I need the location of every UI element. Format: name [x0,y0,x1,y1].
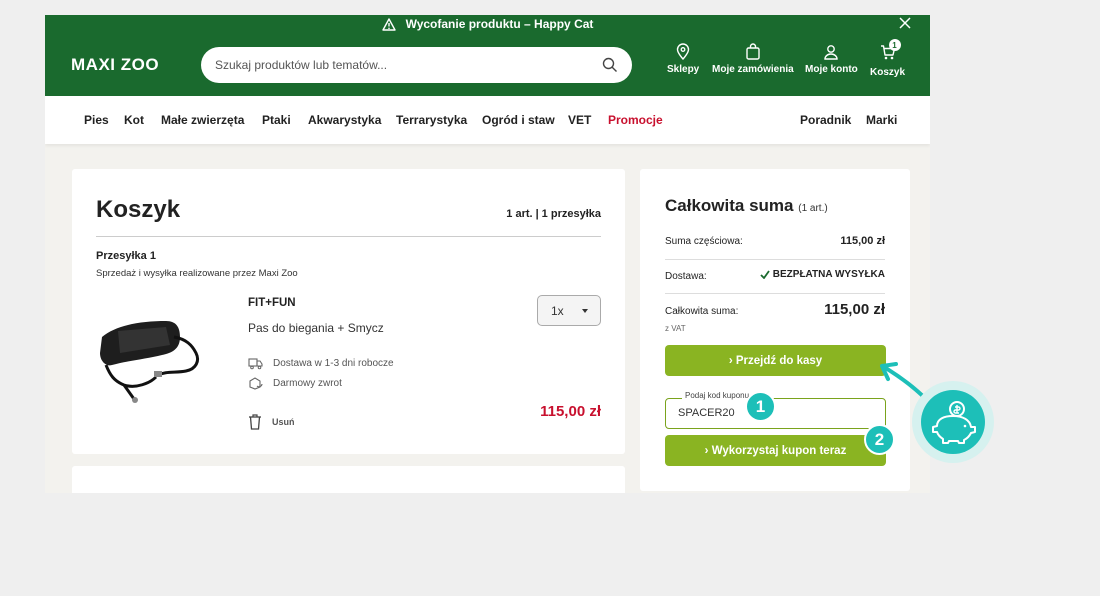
quantity-select[interactable]: 1x [537,295,601,326]
return-box-icon [249,377,263,390]
summary-title-count: (1 art.) [798,203,828,214]
divider [665,293,885,294]
orders-label: Moje zamówienia [712,64,794,75]
site-header: MAXI ZOO Sklepy Moje zamówienia Moje kon… [45,33,930,96]
category-ogrod-i-staw[interactable]: Ogród i staw [482,113,555,127]
subtotal-label: Suma częściowa: [665,236,743,247]
total-value: 115,00 zł [824,301,885,318]
cart-link[interactable]: 1 Koszyk [870,39,906,78]
category-promocje[interactable]: Promocje [608,113,663,127]
nav-poradnik[interactable]: Poradnik [800,113,851,127]
account-link[interactable]: Moje konto [805,43,858,75]
category-ptaki[interactable]: Ptaki [262,113,291,127]
category-akwarystyka[interactable]: Akwarystyka [308,113,381,127]
quantity-value: 1x [551,303,564,318]
delivery-text: Dostawa w 1-3 dni robocze [273,358,394,369]
store-page: Wycofanie produktu – Happy Cat MAXI ZOO … [45,15,930,493]
delivery-label: Dostawa: [665,271,707,282]
divider [96,236,601,237]
category-pies[interactable]: Pies [84,113,109,127]
search-icon[interactable] [602,57,618,73]
category-vet[interactable]: VET [568,113,591,127]
items-count: 1 art. [506,208,533,220]
subtotal-row: Suma częściowa: 115,00 zł [665,235,885,247]
remove-label: Usuń [272,416,295,427]
cart-meta: 1 art. | 1 przesyłka [506,208,601,220]
checkout-button[interactable]: › Przejdź do kasy [665,345,886,376]
total-label: Całkowita suma: [665,306,739,317]
truck-icon [248,358,263,370]
coupon-label: Podaj kod kuponu [682,391,753,400]
product-brand: FIT+FUN [248,297,296,309]
divider [665,259,885,260]
orders-link[interactable]: Moje zamówienia [712,43,794,75]
cart-title: Koszyk [96,196,181,223]
shipments-count: 1 przesyłka [541,208,601,220]
delivery-row: Dostawa: BEZPŁATNA WYSYŁKA [665,269,885,282]
category-male-zwierzeta[interactable]: Małe zwierzęta [161,113,244,127]
piggy-bank-icon [921,390,985,454]
vat-note: z VAT [665,324,686,333]
location-pin-icon [676,43,690,61]
shopping-bag-icon [746,43,760,60]
category-nav: Pies Kot Małe zwierzęta Ptaki Akwarystyk… [45,96,930,144]
cart-label: Koszyk [870,67,906,78]
total-row: Całkowita suma: 115,00 zł [665,301,885,318]
chevron-down-icon [582,309,588,313]
search-bar[interactable] [201,47,632,83]
delivery-free: BEZPŁATNA WYSYŁKA [760,269,885,280]
cart-panel: Koszyk 1 art. | 1 przesyłka Przesyłka 1 Sp… [72,169,625,454]
summary-title-text: Całkowita suma [665,196,794,215]
delivery-info: Dostawa w 1-3 dni robocze [248,357,394,370]
step-badge-1: 1 [745,391,776,422]
search-input[interactable] [215,58,602,72]
delivery-value: BEZPŁATNA WYSYŁKA [772,269,885,280]
announcement-text: Wycofanie produktu – Happy Cat [405,17,594,31]
product-image[interactable] [96,309,206,404]
cart-count-badge: 1 [888,39,901,51]
nav-marki[interactable]: Marki [866,113,897,127]
stores-label: Sklepy [667,64,700,75]
trash-icon [249,414,261,430]
return-info: Darmowy zwrot [248,377,342,390]
apply-coupon-button[interactable]: › Wykorzystaj kupon teraz [665,435,886,466]
user-icon [824,45,839,60]
step-badge-2: 2 [864,424,895,455]
logo[interactable]: MAXI ZOO [71,55,159,75]
warning-icon [381,17,396,31]
shipment-title: Przesyłka 1 [96,250,156,262]
category-terrarystyka[interactable]: Terrarystyka [396,113,467,127]
stores-link[interactable]: Sklepy [667,43,699,75]
summary-title: Całkowita suma (1 art.) [665,196,828,216]
shipment-subtitle: Sprzedaż i wysyłka realizowane przez Max… [96,268,298,279]
announcement-bar[interactable]: Wycofanie produktu – Happy Cat [45,15,930,33]
close-icon[interactable] [898,16,912,30]
check-icon [760,270,770,279]
return-text: Darmowy zwrot [273,378,342,389]
subtotal-value: 115,00 zł [840,235,885,247]
cart-panel-secondary [72,466,625,493]
category-kot[interactable]: Kot [124,113,144,127]
remove-button[interactable]: Usuń [248,413,295,430]
piggy-bank-glyph [932,401,976,444]
product-price: 115,00 zł [540,403,601,420]
product-name[interactable]: Pas do biegania + Smycz [248,321,384,335]
account-label: Moje konto [805,64,858,75]
